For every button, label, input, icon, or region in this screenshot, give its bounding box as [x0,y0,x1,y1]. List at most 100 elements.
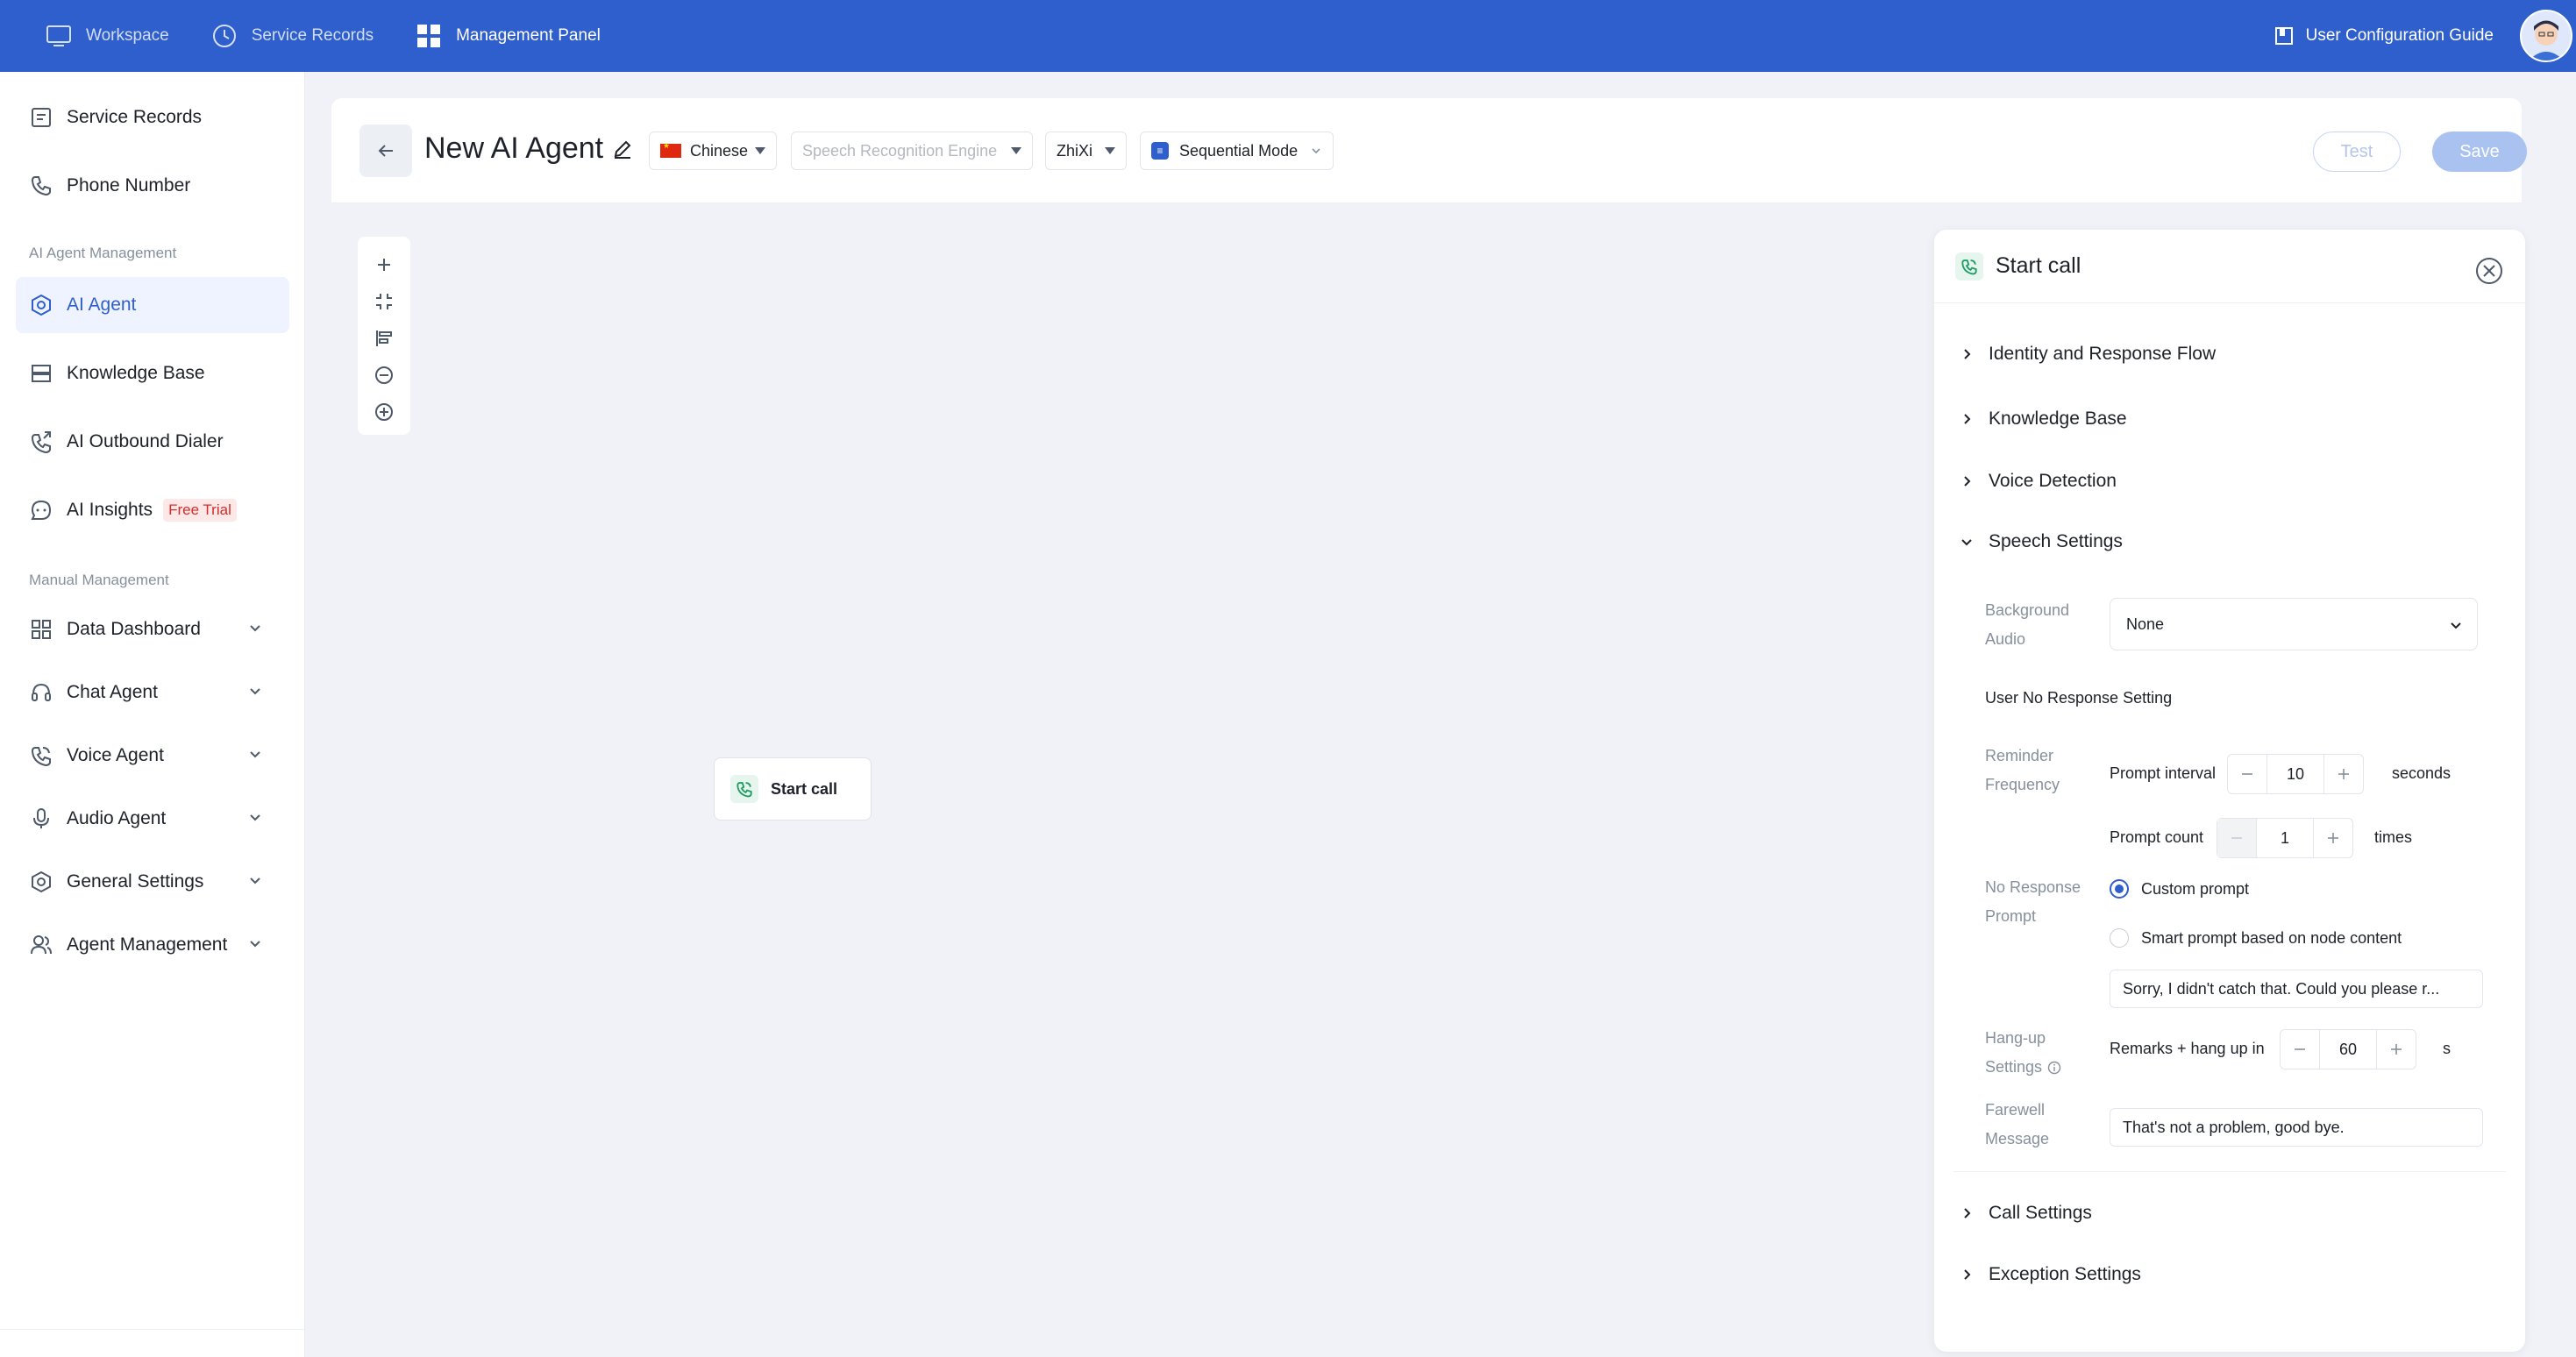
fit-view-button[interactable] [368,286,400,317]
voice-value: ZhiXi [1057,141,1093,160]
arrow-left-icon [378,145,393,157]
section-exception-settings[interactable]: Exception Settings [1960,1264,2141,1285]
close-icon[interactable] [2474,256,2504,286]
increment-button[interactable] [2324,755,2363,793]
china-flag-icon [660,141,681,158]
farewell-label-line2: Message [1985,1130,2050,1147]
sidebar-item-ai-insights[interactable]: AI Insights Free Trial [16,482,289,538]
microphone-icon [33,808,49,828]
chevron-down-icon [250,751,260,758]
radio-custom-label: Custom prompt [2141,879,2250,898]
section-identity-label: Identity and Response Flow [1989,344,2217,364]
editor-header: New AI Agent Chinese Speech Recognition … [331,98,2527,203]
sidebar-item-chat-agent[interactable]: Chat Agent [16,664,289,721]
align-button[interactable] [368,323,400,354]
start-call-node[interactable]: Start call [714,757,872,821]
caret-down-icon [1105,147,1116,154]
top-bar-right: User Configuration Guide [2274,0,2576,72]
plus-icon [2391,1044,2402,1055]
hangup-label-line2: Settings [1985,1058,2043,1076]
minus-icon [2231,837,2242,839]
prompt-interval-unit: seconds [2392,764,2451,782]
language-select[interactable]: Chinese [649,131,778,170]
radio-checked-icon [2110,879,2129,899]
phone-call-icon [1961,259,1977,274]
radio-smart-label: Smart prompt based on node content [2141,928,2402,947]
background-audio-value: None [2126,615,2165,633]
chevron-down-icon [1961,539,1972,546]
voice-select[interactable]: ZhiXi [1045,131,1128,170]
language-value: Chinese [690,141,749,160]
hangup-settings-label: Hang-up Settings [1985,1024,2061,1082]
decrement-button[interactable] [2228,755,2266,793]
test-button[interactable]: Test [2313,131,2401,172]
sidebar-item-service-records[interactable]: Service Records [16,89,289,146]
increment-button[interactable] [2377,1030,2416,1069]
plus-icon [378,259,390,271]
nav-management-panel[interactable]: Management Panel [416,23,601,49]
section-speech-settings[interactable]: Speech Settings [1960,531,2123,552]
phone-icon [31,176,51,196]
user-guide-label: User Configuration Guide [2305,26,2494,45]
mode-select[interactable]: ≡ Sequential Mode [1140,131,1334,170]
phone-call-icon [737,782,752,798]
panel-phone-icon-wrap [1955,252,1983,281]
chevron-down-icon [250,877,260,885]
hangup-stepper: 60 [2280,1029,2416,1069]
section-voice-detection[interactable]: Voice Detection [1960,471,2117,492]
section-exception-label: Exception Settings [1989,1264,2141,1284]
sidebar-item-ai-agent[interactable]: AI Agent [16,277,289,333]
info-icon[interactable] [2047,1061,2061,1075]
nav-workspace[interactable]: Workspace [46,25,169,47]
add-node-button[interactable] [368,249,400,281]
edit-icon[interactable] [612,139,633,160]
sidebar-item-audio-agent[interactable]: Audio Agent [16,791,289,847]
farewell-message-label: Farewell Message [1985,1096,2049,1154]
save-button[interactable]: Save [2432,131,2527,172]
prompt-count-input[interactable]: 1 [2256,819,2314,857]
panel-title: Start call [1996,253,2081,278]
zoom-in-button[interactable] [368,396,400,428]
sidebar-item-knowledge-base[interactable]: Knowledge Base [16,345,289,401]
prompt-interval-input[interactable]: 10 [2266,755,2324,793]
increment-button[interactable] [2314,819,2352,857]
prompt-count-label: Prompt count [2110,828,2204,846]
sidebar-item-voice-agent[interactable]: Voice Agent [16,728,289,784]
sidebar-item-label: Phone Number [67,175,191,195]
minus-icon [2295,1048,2305,1050]
sidebar-item-general-settings[interactable]: General Settings [16,854,289,910]
avatar[interactable] [2520,10,2572,62]
section-identity[interactable]: Identity and Response Flow [1960,344,2216,365]
speech-engine-select[interactable]: Speech Recognition Engine [791,131,1033,170]
sidebar-item-agent-management[interactable]: Agent Management [16,917,289,973]
user-guide-link[interactable]: User Configuration Guide [2274,26,2494,46]
section-call-settings[interactable]: Call Settings [1960,1203,2092,1224]
sidebar-item-ai-outbound-dialer[interactable]: AI Outbound Dialer [16,414,289,470]
reminder-label-line1: Reminder [1985,747,2054,764]
farewell-label-line1: Farewell [1985,1101,2046,1119]
book-icon [2274,27,2293,45]
custom-prompt-input[interactable]: Sorry, I didn't catch that. Could you pl… [2110,970,2483,1008]
hangup-label-line2-wrap: Settings [1985,1053,2061,1082]
plus-icon [2328,833,2338,843]
chevron-down-icon [1312,148,1320,154]
nav-service-records[interactable]: Service Records [211,23,374,49]
back-button[interactable] [359,124,412,177]
section-knowledge-label: Knowledge Base [1989,409,2127,429]
decrement-button[interactable] [2281,1030,2319,1069]
sidebar-item-phone-number[interactable]: Phone Number [16,158,289,214]
sidebar-item-label: AI Agent [67,295,137,315]
decrement-button[interactable] [2217,819,2256,857]
zoom-out-button[interactable] [368,359,400,391]
hangup-seconds-input[interactable]: 60 [2319,1030,2377,1069]
farewell-message-input[interactable]: That's not a problem, good bye. [2110,1108,2483,1147]
sidebar-item-data-dashboard[interactable]: Data Dashboard [16,601,289,657]
radio-custom-prompt[interactable]: Custom prompt [2110,879,2249,899]
background-audio-select[interactable]: None [2110,598,2478,650]
caret-down-icon [755,147,766,154]
radio-smart-prompt[interactable]: Smart prompt based on node content [2110,928,2402,948]
document-icon [32,108,51,127]
free-trial-badge: Free Trial [163,499,237,522]
section-knowledge-base[interactable]: Knowledge Base [1960,409,2127,430]
caret-down-icon [1011,147,1021,154]
